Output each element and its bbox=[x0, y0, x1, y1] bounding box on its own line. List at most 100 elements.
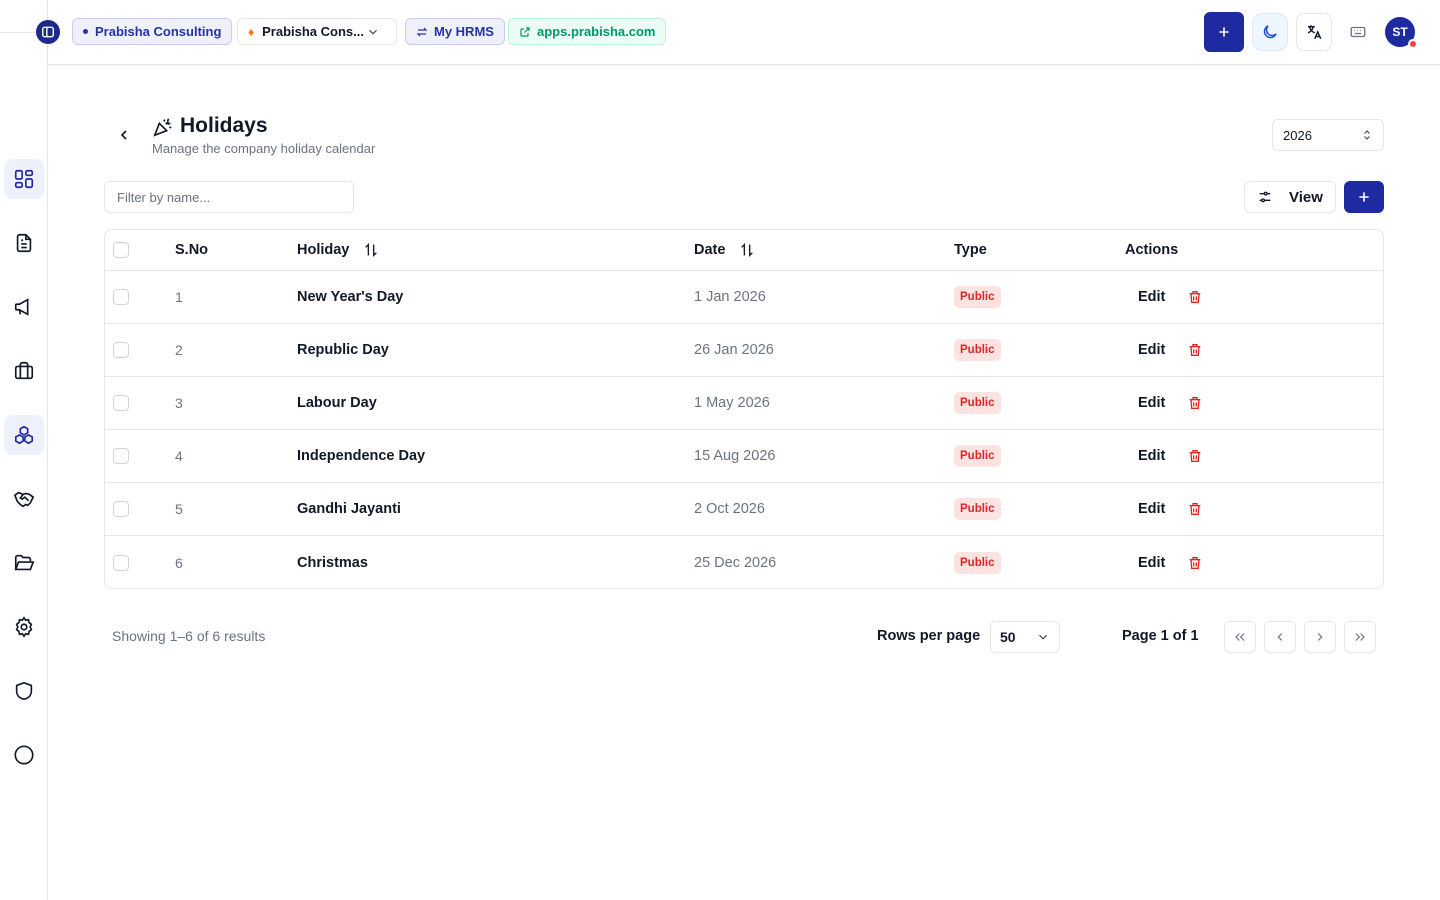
sidebar-item-more[interactable] bbox=[4, 735, 44, 775]
chevron-down-icon bbox=[369, 29, 377, 35]
org-chip[interactable]: Prabisha Consulting bbox=[72, 18, 233, 45]
edit-button[interactable]: Edit bbox=[1138, 342, 1165, 358]
flame-icon: ♦ bbox=[248, 24, 255, 39]
row-checkbox[interactable] bbox=[113, 342, 129, 358]
first-page-button[interactable] bbox=[1224, 621, 1256, 653]
page-info: Page 1 of 1 bbox=[1122, 628, 1199, 644]
row-select-cell bbox=[113, 377, 129, 429]
sidebar-item-security[interactable] bbox=[4, 671, 44, 711]
column-header-date[interactable]: Date bbox=[694, 230, 755, 270]
rows-per-page-select[interactable]: 50 bbox=[990, 621, 1060, 653]
gear-icon bbox=[15, 616, 33, 638]
sidebar-item-announcements[interactable] bbox=[4, 287, 44, 327]
sort-icon[interactable] bbox=[363, 242, 379, 258]
moon-icon bbox=[1263, 25, 1277, 39]
sidebar bbox=[0, 0, 48, 900]
row-type-cell: Public bbox=[954, 271, 1001, 323]
sidebar-item-dashboard[interactable] bbox=[4, 159, 44, 199]
edit-button[interactable]: Edit bbox=[1138, 555, 1165, 571]
type-badge: Public bbox=[954, 498, 1001, 520]
keyboard-icon bbox=[1350, 26, 1366, 38]
edit-button[interactable]: Edit bbox=[1138, 289, 1165, 305]
year-select[interactable]: 2026 bbox=[1272, 119, 1384, 151]
next-page-button[interactable] bbox=[1304, 621, 1336, 653]
holidays-table: S.No Holiday Date Type Actions 1 New Year… bbox=[104, 229, 1384, 589]
sidebar-item-assets[interactable] bbox=[4, 415, 44, 455]
type-badge: Public bbox=[954, 286, 1001, 308]
folder-open-icon bbox=[14, 554, 35, 571]
theme-toggle-button[interactable] bbox=[1252, 13, 1288, 51]
hrms-chip-label: My HRMS bbox=[434, 24, 494, 39]
edit-button[interactable]: Edit bbox=[1138, 395, 1165, 411]
briefcase-icon bbox=[14, 361, 34, 380]
row-sno: 2 bbox=[175, 342, 183, 358]
party-popper-icon bbox=[153, 118, 172, 137]
row-sno: 5 bbox=[175, 501, 183, 517]
chevrons-left-icon bbox=[1235, 633, 1245, 641]
external-link-chip[interactable]: apps.prabisha.com bbox=[508, 18, 667, 45]
select-all-checkbox[interactable] bbox=[113, 242, 129, 258]
delete-button[interactable] bbox=[1187, 395, 1203, 411]
row-checkbox[interactable] bbox=[113, 289, 129, 305]
sidebar-item-files[interactable] bbox=[4, 543, 44, 583]
megaphone-icon bbox=[14, 298, 29, 316]
table-row: 6 Christmas 25 Dec 2026 Public Edit bbox=[105, 536, 1383, 588]
sort-icon[interactable] bbox=[739, 242, 755, 258]
delete-button[interactable] bbox=[1187, 555, 1203, 571]
delete-button[interactable] bbox=[1187, 448, 1203, 464]
dashboard-icon bbox=[14, 169, 34, 189]
row-checkbox[interactable] bbox=[113, 501, 129, 517]
quick-add-button[interactable] bbox=[1204, 12, 1244, 52]
sidebar-item-jobs[interactable] bbox=[4, 351, 44, 391]
circle-icon bbox=[14, 745, 34, 765]
row-select-cell bbox=[113, 483, 129, 535]
boxes-icon bbox=[14, 425, 34, 445]
row-holiday-name: Christmas bbox=[297, 554, 368, 571]
row-actions: Edit bbox=[1125, 324, 1203, 376]
year-select-value: 2026 bbox=[1283, 127, 1312, 143]
rows-per-page-value: 50 bbox=[1000, 629, 1016, 645]
sidebar-item-settings[interactable] bbox=[4, 607, 44, 647]
table-row: 2 Republic Day 26 Jan 2026 Public Edit bbox=[105, 324, 1383, 377]
rows-per-page-label: Rows per page bbox=[877, 628, 981, 644]
table-row: 1 New Year's Day 1 Jan 2026 Public Edit bbox=[105, 271, 1383, 324]
row-type-cell: Public bbox=[954, 536, 1001, 588]
row-actions: Edit bbox=[1125, 483, 1203, 535]
view-options-button[interactable]: View bbox=[1244, 181, 1336, 213]
chevron-left-icon bbox=[1277, 633, 1283, 641]
view-button-label: View bbox=[1289, 188, 1323, 206]
switch-arrows-icon bbox=[416, 27, 428, 36]
add-holiday-button[interactable] bbox=[1344, 181, 1384, 213]
edit-button[interactable]: Edit bbox=[1138, 448, 1165, 464]
delete-button[interactable] bbox=[1187, 289, 1203, 305]
column-header-date-label: Date bbox=[694, 242, 726, 258]
sidebar-item-partners[interactable] bbox=[4, 479, 44, 519]
dot-icon bbox=[83, 29, 88, 34]
filter-input[interactable] bbox=[104, 181, 354, 213]
page-subtitle: Manage the company holiday calendar bbox=[152, 141, 376, 156]
sidebar-item-documents[interactable] bbox=[4, 223, 44, 263]
column-header-holiday-label: Holiday bbox=[297, 242, 350, 258]
keyboard-shortcuts-button[interactable] bbox=[1340, 13, 1376, 51]
back-button[interactable] bbox=[112, 123, 136, 147]
language-button[interactable] bbox=[1296, 13, 1332, 51]
company-select[interactable]: ♦ Prabisha Cons... bbox=[237, 18, 397, 45]
row-checkbox[interactable] bbox=[113, 448, 129, 464]
select-all-cell bbox=[113, 230, 129, 270]
last-page-button[interactable] bbox=[1344, 621, 1376, 653]
chevron-up-down-icon bbox=[1364, 130, 1370, 140]
row-actions: Edit bbox=[1125, 536, 1203, 588]
previous-page-button[interactable] bbox=[1264, 621, 1296, 653]
row-actions: Edit bbox=[1125, 271, 1203, 323]
column-header-holiday[interactable]: Holiday bbox=[297, 230, 379, 270]
hrms-switch-chip[interactable]: My HRMS bbox=[405, 18, 505, 45]
row-sno: 4 bbox=[175, 448, 183, 464]
row-checkbox[interactable] bbox=[113, 554, 129, 571]
edit-button[interactable]: Edit bbox=[1138, 501, 1165, 517]
sidebar-toggle-button[interactable] bbox=[36, 20, 60, 44]
delete-button[interactable] bbox=[1187, 342, 1203, 358]
company-select-label: Prabisha Cons... bbox=[262, 24, 364, 39]
row-date: 1 Jan 2026 bbox=[694, 289, 766, 305]
delete-button[interactable] bbox=[1187, 501, 1203, 517]
row-checkbox[interactable] bbox=[113, 395, 129, 411]
